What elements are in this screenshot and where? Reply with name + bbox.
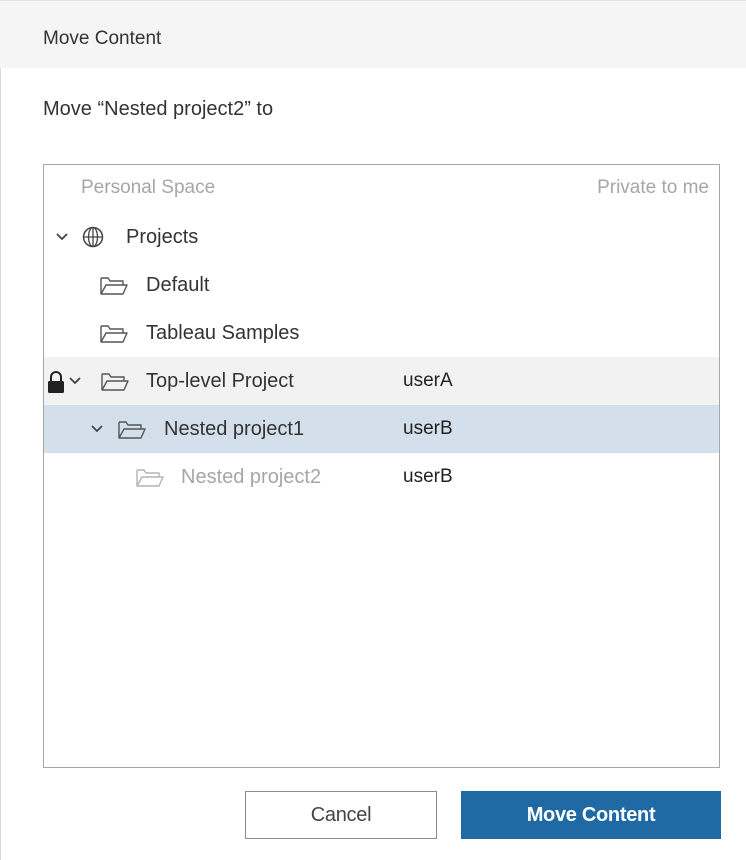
tree-row-projects[interactable]: Projects [44,213,719,261]
move-content-dialog: Move Content Move “Nested project2” to P… [0,0,746,860]
owner-label: userA [403,370,453,391]
tree-row-tableau-samples[interactable]: Tableau Samples [44,309,719,357]
personal-space-label: Personal Space [81,177,216,198]
tree-item-label: Nested project2 [181,466,322,488]
move-prompt: Move “Nested project2” to [43,98,274,120]
chevron-down-icon[interactable] [55,232,69,242]
cancel-button[interactable]: Cancel [245,791,437,839]
tree-row-personal-space: Personal Space Private to me [44,165,719,213]
project-tree[interactable]: Personal Space Private to me Projects De… [43,164,720,768]
owner-label: userB [403,418,453,439]
projects-label: Projects [126,226,199,248]
folder-icon [118,421,146,439]
tree-row-top-level-project[interactable]: Top-level Project userA [44,357,719,405]
move-content-button[interactable]: Move Content [461,791,721,839]
folder-icon [100,325,128,343]
chevron-down-icon[interactable] [90,424,104,434]
folder-icon [136,469,164,487]
dialog-title: Move Content [43,28,162,49]
tree-row-nested-project1[interactable]: Nested project1 userB [44,405,719,453]
tree-item-label: Tableau Samples [146,322,300,344]
tree-item-label: Default [146,274,210,296]
globe-icon [82,226,104,248]
folder-icon [100,277,128,295]
owner-label: userB [403,466,453,487]
tree-row-nested-project2: Nested project2 userB [44,453,719,501]
lock-icon [48,371,64,393]
chevron-down-icon[interactable] [68,376,82,386]
folder-icon [101,373,129,391]
personal-space-note: Private to me [597,177,709,198]
tree-item-label: Top-level Project [146,370,294,392]
tree-row-default[interactable]: Default [44,261,719,309]
tree-item-label: Nested project1 [164,418,305,440]
dialog-header: Move Content [0,0,746,68]
